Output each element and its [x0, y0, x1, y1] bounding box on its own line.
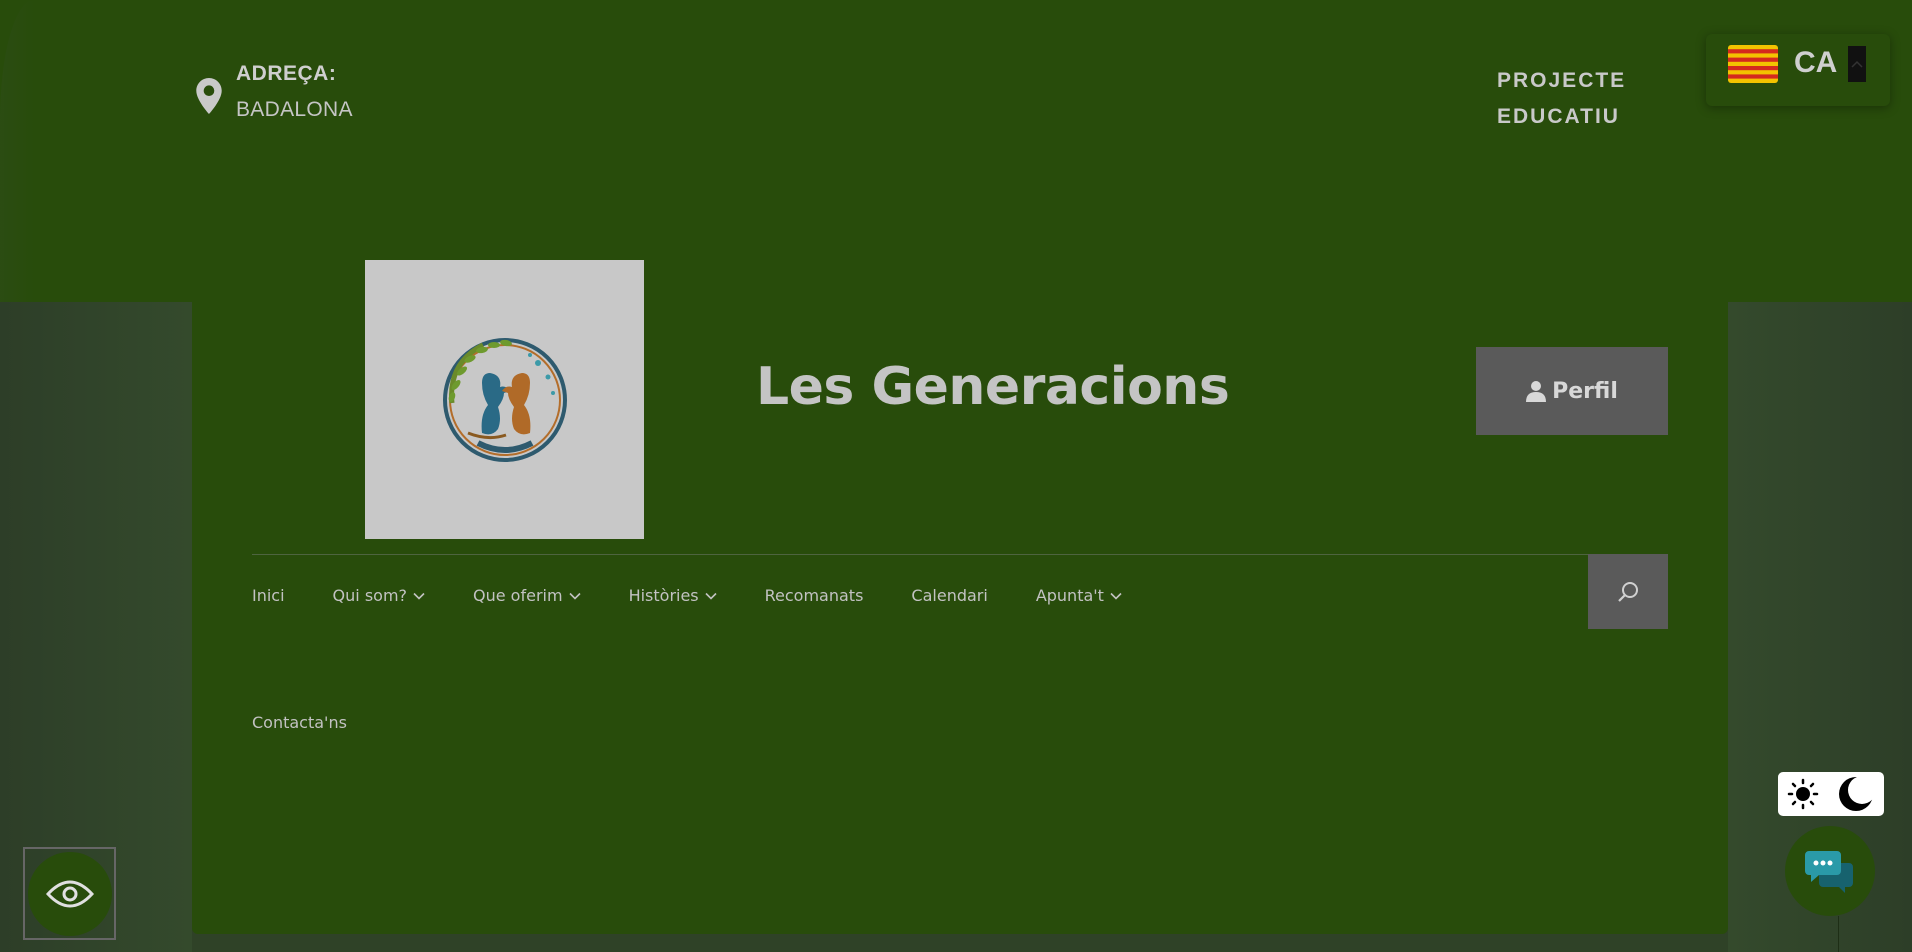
nav-item-inici[interactable]: Inici	[252, 586, 285, 605]
map-pin-icon	[196, 78, 222, 114]
language-code: CA	[1794, 46, 1838, 79]
address-value: BADALONA	[236, 98, 353, 121]
chevron-down-icon	[705, 592, 717, 600]
search-button[interactable]	[1588, 554, 1668, 629]
nav-item-histories[interactable]: Històries	[629, 586, 717, 605]
nav-item-label: Apunta't	[1035, 586, 1104, 605]
sun-icon[interactable]	[1787, 778, 1819, 810]
nav-item-label: Calendari	[911, 586, 988, 605]
projecte-line-1: PROJECTE	[1497, 69, 1627, 92]
nav-item-label: Històries	[628, 586, 699, 605]
chevron-down-icon	[1110, 592, 1122, 600]
profile-button[interactable]: Perfil	[1476, 347, 1668, 435]
address-block: ADREÇA: BADALONA	[196, 62, 353, 122]
accessibility-button[interactable]	[23, 847, 116, 940]
search-icon	[1618, 581, 1638, 602]
site-logo[interactable]	[365, 260, 644, 539]
nav-item-label: Qui som?	[332, 586, 408, 605]
nav-item-label: Inici	[252, 586, 285, 605]
moon-icon[interactable]	[1837, 775, 1875, 813]
language-switcher[interactable]: CA	[1706, 34, 1890, 106]
site-title[interactable]: Les Generacions	[756, 357, 1230, 417]
chevron-down-icon	[413, 592, 425, 600]
top-header-band	[0, 0, 1912, 302]
nav-item-label: Recomanats	[764, 586, 864, 605]
projecte-line-2: EDUCATIU	[1497, 105, 1620, 128]
eye-icon	[45, 880, 94, 907]
accessibility-button-circle	[27, 851, 112, 936]
chevron-up-icon[interactable]	[1848, 46, 1866, 82]
address-text: ADREÇA: BADALONA	[236, 62, 353, 122]
nav-item-recomanats[interactable]: Recomanats	[765, 586, 864, 605]
nav-item-label: Que oferim	[473, 586, 563, 605]
main-navigation: Inici Qui som? Que oferim Històries Reco…	[252, 586, 1170, 605]
chat-button[interactable]	[1785, 826, 1875, 916]
chat-bubbles-icon	[1805, 851, 1853, 893]
nav-item-contactans[interactable]: Contacta'ns	[252, 713, 347, 732]
nav-divider	[252, 554, 1588, 555]
chat-connector-line	[1838, 916, 1839, 952]
nav-item-que-oferim[interactable]: Que oferim	[473, 586, 581, 605]
top-band-edge	[0, 0, 34, 302]
projecte-educatiu-link[interactable]: PROJECTE EDUCATIU	[1497, 63, 1626, 135]
nav-item-apuntat[interactable]: Apunta't	[1036, 586, 1122, 605]
profile-label: Perfil	[1552, 378, 1618, 404]
chevron-down-icon	[568, 592, 581, 600]
address-label: ADREÇA:	[236, 62, 337, 85]
user-icon	[1526, 381, 1547, 402]
nav-item-calendari[interactable]: Calendari	[911, 586, 987, 605]
catalonia-flag-icon	[1728, 45, 1778, 83]
nav-item-qui-som[interactable]: Qui som?	[333, 586, 425, 605]
generations-tree-logo-icon	[442, 337, 567, 462]
theme-toggle[interactable]	[1778, 772, 1884, 816]
